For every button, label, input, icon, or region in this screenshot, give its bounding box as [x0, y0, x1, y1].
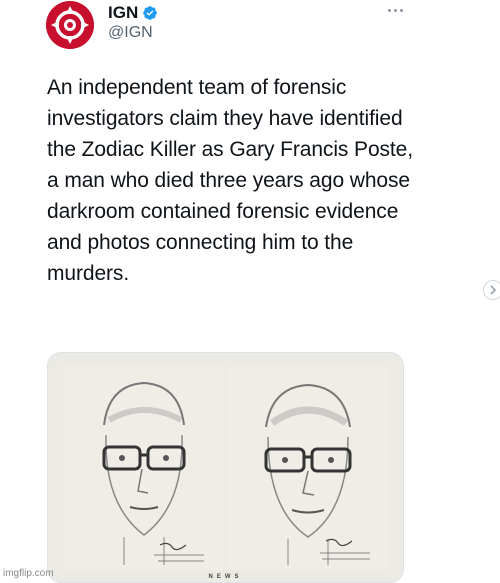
ign-logo-icon [46, 1, 94, 49]
face-sketch-icon [228, 365, 388, 570]
tweet-media-image[interactable]: NEWS [47, 352, 404, 583]
watermark: imgflip.com [3, 568, 54, 579]
chevron-right-icon [490, 285, 497, 295]
author-name-row[interactable]: IGN [108, 3, 158, 23]
tweet-text: An independent team of forensic investig… [47, 76, 413, 285]
media-caption: NEWS [208, 574, 243, 580]
verified-badge-icon [143, 6, 158, 20]
author-handle[interactable]: @IGN [108, 24, 153, 42]
composite-sketch-left [64, 365, 224, 570]
display-name[interactable]: IGN [108, 3, 138, 23]
avatar[interactable] [46, 1, 94, 49]
more-dots-icon[interactable] [383, 3, 407, 17]
composite-sketch-right [228, 365, 388, 570]
next-chevron-button[interactable] [483, 280, 500, 300]
face-sketch-icon [64, 365, 224, 570]
tweet-card: IGN @IGN An independent team of forensic… [0, 0, 500, 583]
